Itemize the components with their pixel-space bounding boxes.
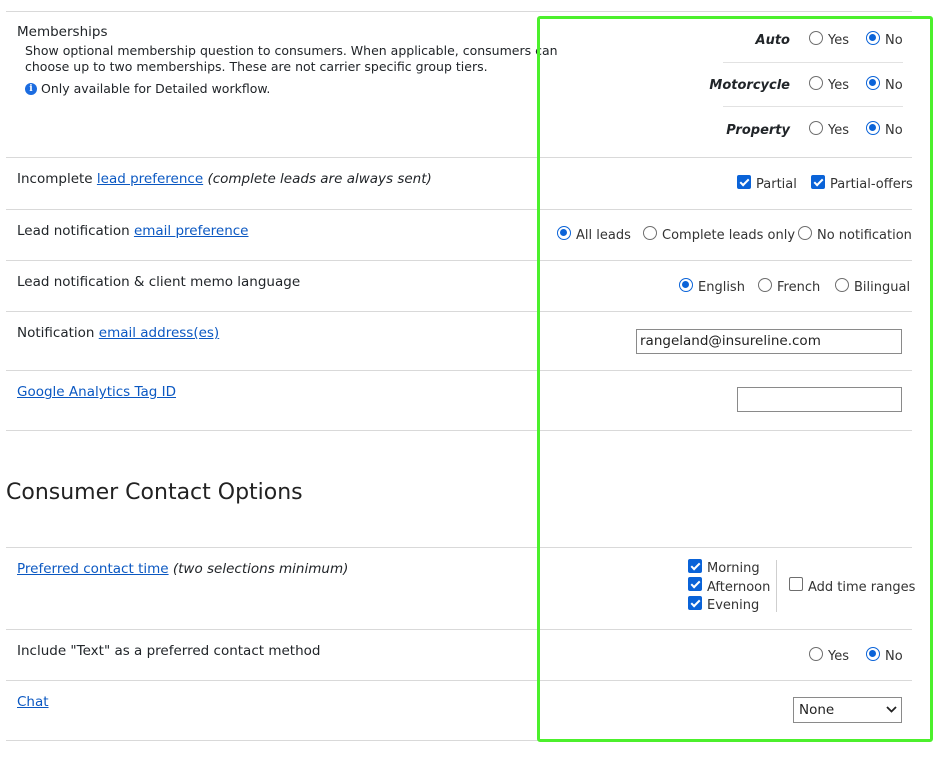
membership-auto-no-label: No bbox=[885, 33, 903, 48]
divider bbox=[6, 209, 912, 210]
memberships-note: Only available for Detailed workflow. bbox=[41, 81, 271, 96]
divider bbox=[6, 547, 912, 548]
contact-time-row-label: Preferred contact time (two selections m… bbox=[17, 561, 348, 577]
info-icon: i bbox=[25, 83, 37, 95]
text-method-no-label: No bbox=[885, 649, 903, 664]
membership-property-no-radio[interactable] bbox=[866, 121, 880, 135]
lead-notification-row-label: Lead notification email preference bbox=[17, 223, 249, 239]
chat-link[interactable]: Chat bbox=[17, 694, 49, 710]
contact-time-note: (two selections minimum) bbox=[172, 561, 349, 577]
google-analytics-input[interactable] bbox=[737, 387, 902, 412]
notification-email-row-label: Notification email address(es) bbox=[17, 325, 219, 341]
no-notification-label: No notification bbox=[817, 228, 912, 243]
chevron-down-icon bbox=[886, 701, 897, 720]
notification-email-input[interactable]: rangeland@insureline.com bbox=[636, 329, 902, 354]
all-leads-radio[interactable] bbox=[557, 226, 571, 240]
partial-offers-checkbox[interactable] bbox=[811, 175, 825, 189]
text-method-no-radio[interactable] bbox=[866, 647, 880, 661]
membership-motorcycle-yes-radio[interactable] bbox=[809, 76, 823, 90]
morning-label: Morning bbox=[707, 561, 760, 576]
google-analytics-link[interactable]: Google Analytics Tag ID bbox=[17, 384, 176, 400]
incomplete-note: (complete leads are always sent) bbox=[207, 171, 432, 187]
chat-select-value: None bbox=[799, 702, 835, 718]
bilingual-label: Bilingual bbox=[854, 280, 911, 295]
membership-motorcycle-no-label: No bbox=[885, 78, 903, 93]
french-radio[interactable] bbox=[758, 278, 772, 292]
membership-motorcycle-label: Motorcycle bbox=[709, 78, 790, 93]
afternoon-checkbox[interactable] bbox=[688, 577, 702, 591]
no-notification-radio[interactable] bbox=[798, 226, 812, 240]
partial-checkbox[interactable] bbox=[737, 175, 751, 189]
divider bbox=[6, 370, 912, 371]
partial-offers-label: Partial-offers bbox=[830, 177, 913, 192]
membership-property-yes-radio[interactable] bbox=[809, 121, 823, 135]
afternoon-label: Afternoon bbox=[707, 580, 771, 595]
membership-motorcycle-no-radio[interactable] bbox=[866, 76, 880, 90]
text-method-yes-radio[interactable] bbox=[809, 647, 823, 661]
lead-preference-link[interactable]: lead preference bbox=[97, 171, 203, 187]
english-label: English bbox=[698, 280, 745, 295]
membership-auto-no-radio[interactable] bbox=[866, 31, 880, 45]
divider bbox=[6, 157, 912, 158]
divider bbox=[6, 11, 912, 12]
membership-property-label: Property bbox=[726, 123, 790, 138]
divider bbox=[6, 430, 912, 431]
bilingual-radio[interactable] bbox=[835, 278, 849, 292]
text-method-yes-label: Yes bbox=[828, 649, 849, 664]
consumer-contact-heading: Consumer Contact Options bbox=[6, 480, 303, 505]
divider bbox=[723, 62, 903, 63]
divider bbox=[6, 680, 912, 681]
french-label: French bbox=[777, 280, 821, 295]
memberships-title: Memberships bbox=[17, 24, 108, 40]
complete-leads-only-radio[interactable] bbox=[643, 226, 657, 240]
divider bbox=[6, 629, 912, 630]
text-method-label: Include "Text" as a preferred contact me… bbox=[17, 643, 321, 659]
membership-property-no-label: No bbox=[885, 123, 903, 138]
email-addresses-link[interactable]: email address(es) bbox=[99, 325, 219, 341]
partial-label: Partial bbox=[756, 177, 797, 192]
membership-auto-yes-label: Yes bbox=[828, 33, 849, 48]
notification-label: Notification bbox=[17, 325, 95, 341]
membership-motorcycle-yes-label: Yes bbox=[828, 78, 849, 93]
divider bbox=[6, 260, 912, 261]
english-radio[interactable] bbox=[679, 278, 693, 292]
evening-label: Evening bbox=[707, 598, 760, 613]
incomplete-label: Incomplete bbox=[17, 171, 93, 187]
incomplete-lead-row-label: Incomplete lead preference (complete lea… bbox=[17, 171, 432, 187]
morning-checkbox[interactable] bbox=[688, 559, 702, 573]
membership-auto-label: Auto bbox=[755, 33, 790, 48]
language-label: Lead notification & client memo language bbox=[17, 274, 301, 290]
membership-property-yes-label: Yes bbox=[828, 123, 849, 138]
add-time-ranges-checkbox[interactable] bbox=[789, 577, 803, 591]
all-leads-label: All leads bbox=[576, 228, 631, 243]
preferred-contact-time-link[interactable]: Preferred contact time bbox=[17, 561, 169, 577]
divider bbox=[6, 311, 912, 312]
lead-notification-label: Lead notification bbox=[17, 223, 130, 239]
memberships-description: Show optional membership question to con… bbox=[25, 43, 558, 74]
email-preference-link[interactable]: email preference bbox=[134, 223, 249, 239]
chat-select[interactable]: None bbox=[793, 697, 902, 723]
add-time-ranges-label: Add time ranges bbox=[808, 580, 916, 595]
evening-checkbox[interactable] bbox=[688, 596, 702, 610]
divider bbox=[776, 560, 777, 612]
membership-auto-yes-radio[interactable] bbox=[809, 31, 823, 45]
complete-leads-only-label: Complete leads only bbox=[662, 228, 796, 243]
divider bbox=[723, 106, 903, 107]
divider bbox=[6, 740, 912, 741]
